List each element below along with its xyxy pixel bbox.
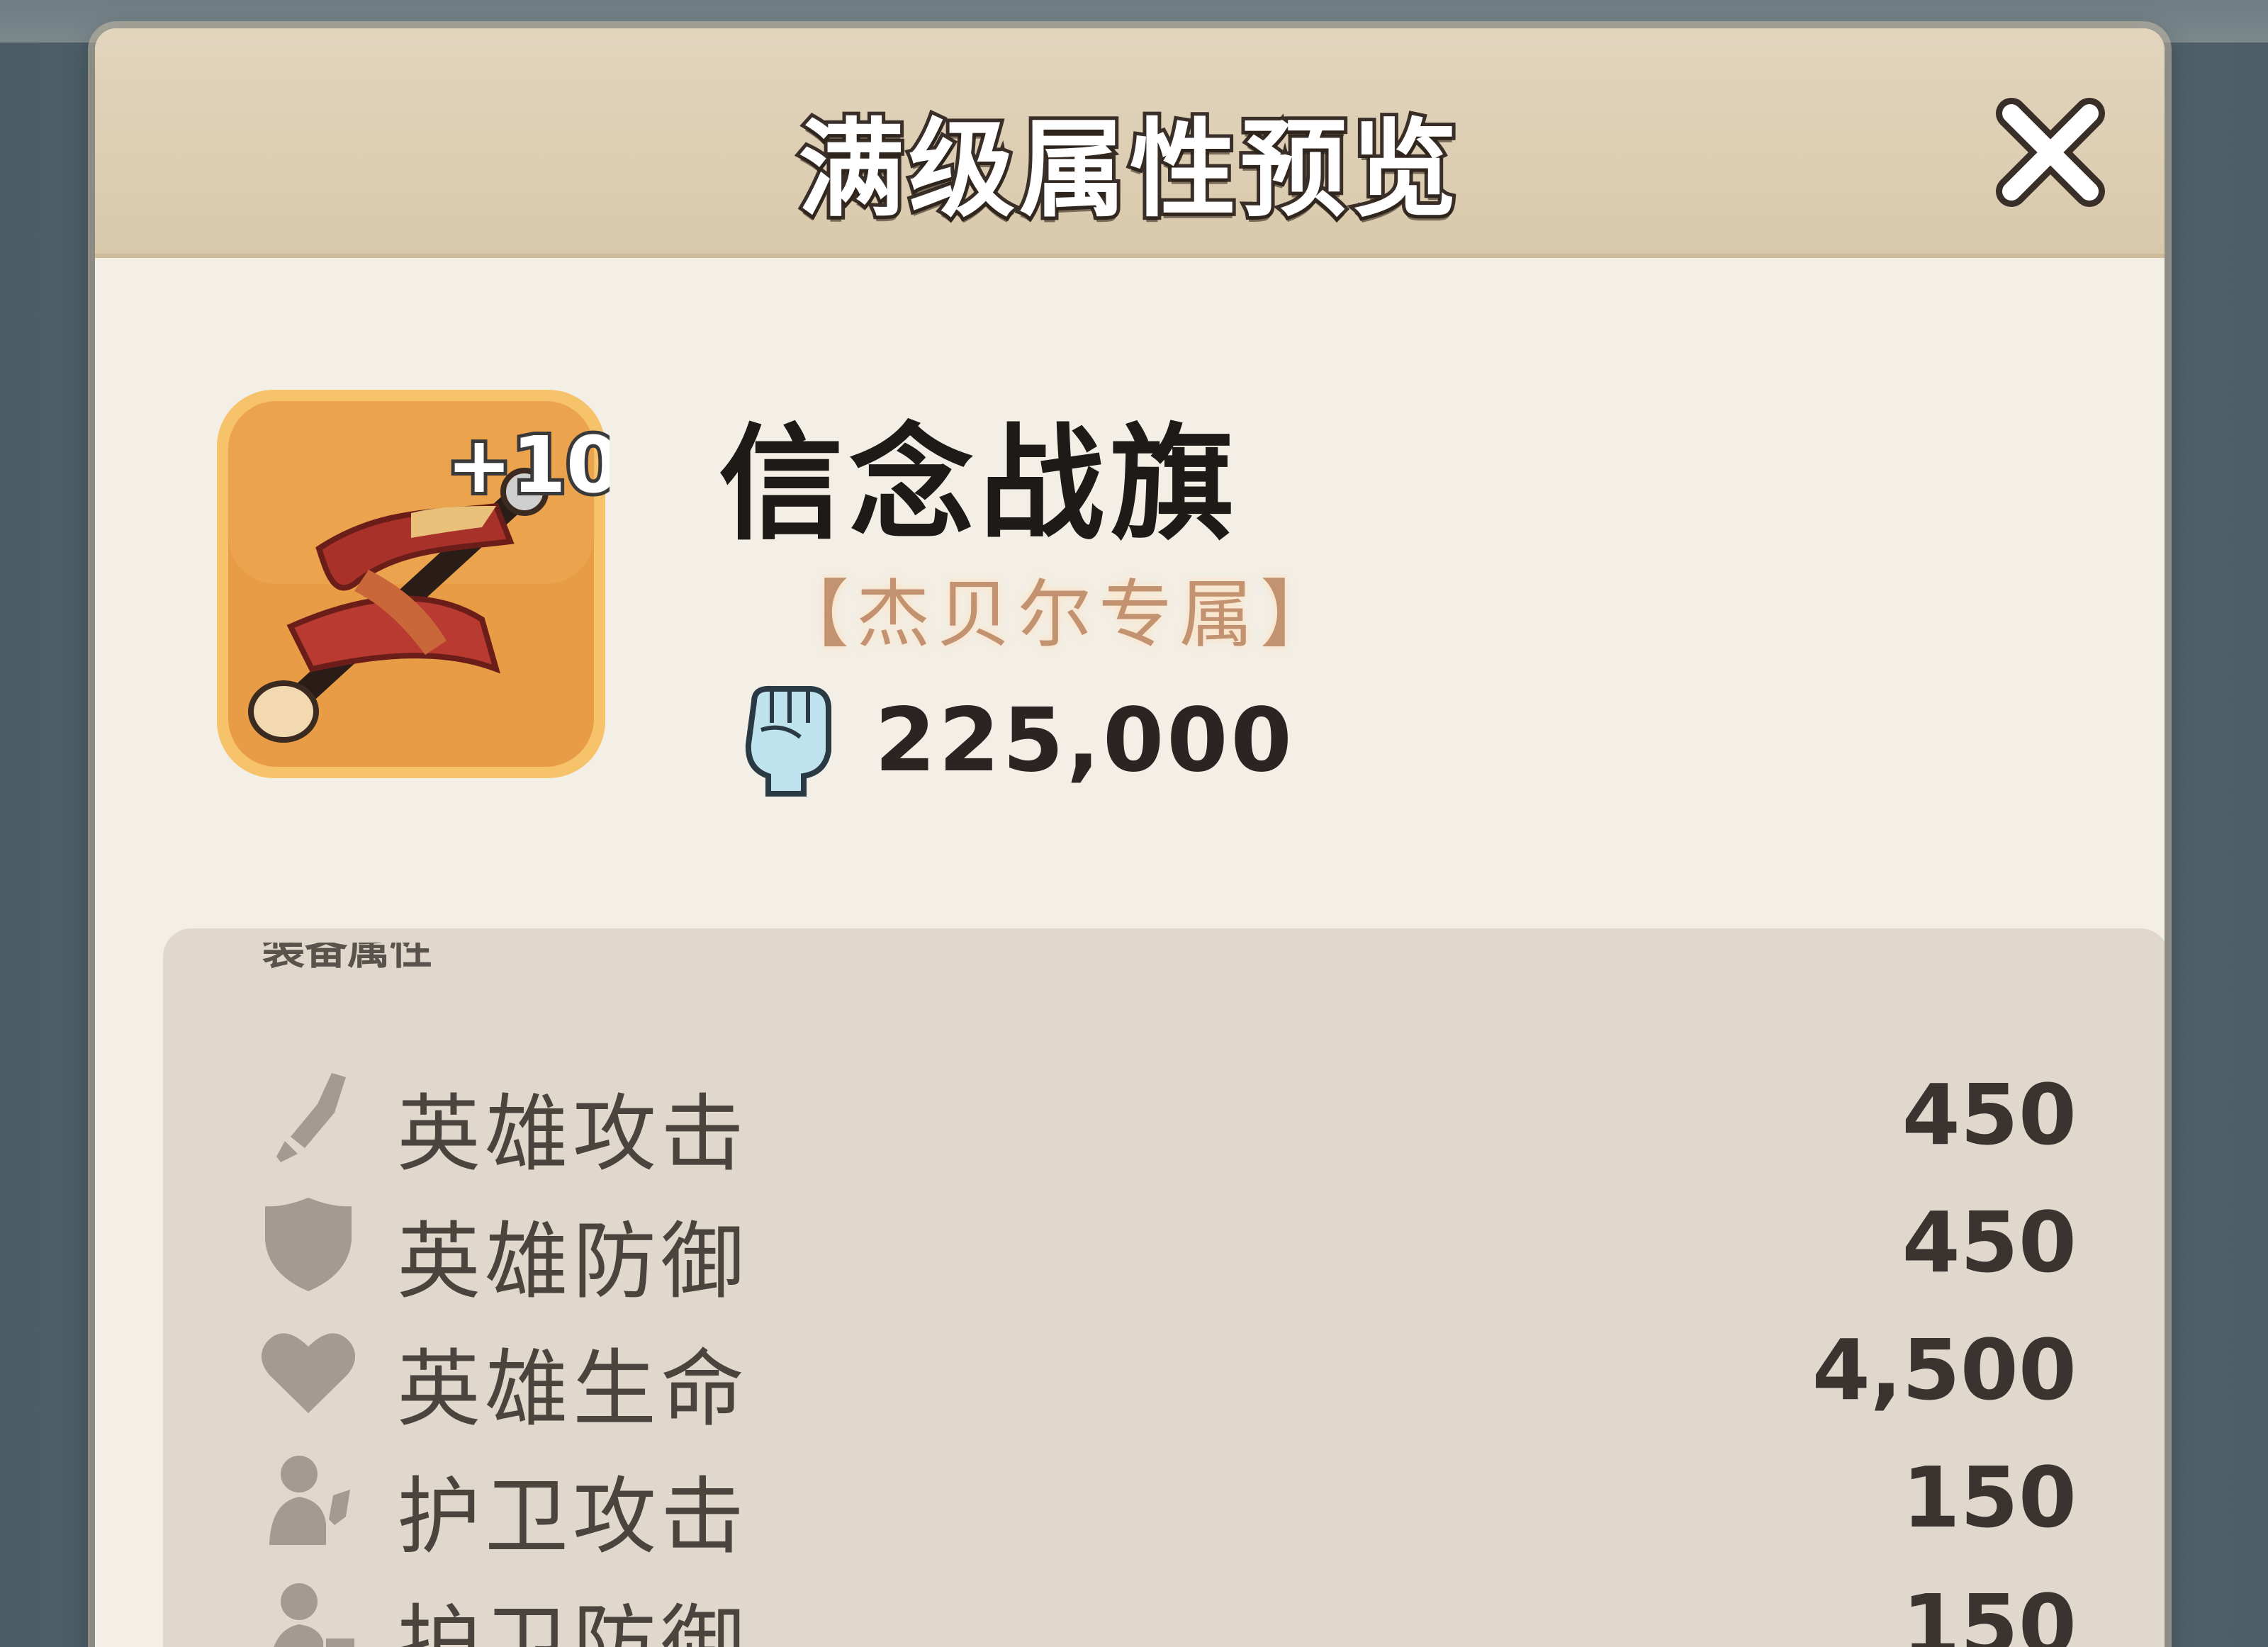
stat-row-escort-attack: 护卫攻击 150 xyxy=(163,1439,2165,1566)
stat-row-hero-hp: 英雄生命 4,500 xyxy=(163,1311,2165,1438)
sword-icon xyxy=(276,1073,346,1162)
stat-value: 150 xyxy=(1902,1576,2077,1647)
stat-label: 护卫防御 xyxy=(397,1595,749,1647)
dialog-title: 满级属性预览 xyxy=(795,105,1461,235)
heart-icon xyxy=(261,1333,356,1413)
power-row: 225,000 xyxy=(733,680,1295,801)
fist-power-icon xyxy=(745,685,831,797)
escort-defense-icon xyxy=(274,1583,354,1647)
stat-value: 450 xyxy=(1902,1066,2077,1164)
power-value: 225,000 xyxy=(875,690,1295,792)
shield-icon xyxy=(265,1198,352,1291)
item-name: 信念战旗 xyxy=(719,412,1241,557)
stats-heading: 装备属性 xyxy=(262,943,432,974)
stat-label: 护卫攻击 xyxy=(397,1468,749,1566)
stats-panel: 装备属性 英雄攻击 450 英雄防御 450 英雄生命 4,500 护卫攻击 1… xyxy=(163,928,2165,1647)
stat-label: 英雄攻击 xyxy=(397,1085,749,1183)
stat-label: 英雄生命 xyxy=(397,1340,749,1438)
stat-value: 450 xyxy=(1902,1193,2077,1291)
dialog-header: 满级属性预览 xyxy=(95,28,2165,258)
stat-value: 150 xyxy=(1902,1449,2077,1546)
level-badge: +10 xyxy=(447,420,610,510)
item-icon-frame: +10 xyxy=(213,386,624,782)
exclusive-hero-tag: 【杰贝尔专属】 xyxy=(775,571,1342,658)
stat-row-hero-attack: 英雄攻击 450 xyxy=(163,1056,2165,1183)
stat-row-escort-defense: 护卫防御 150 xyxy=(163,1566,2165,1647)
stat-value: 4,500 xyxy=(1812,1321,2077,1419)
war-banner-icon: +10 xyxy=(217,390,624,778)
stat-row-hero-defense: 英雄防御 450 xyxy=(163,1184,2165,1310)
escort-attack-icon xyxy=(269,1456,350,1545)
full-level-preview-dialog: 满级属性预览 +10 信念战旗 【杰贝尔专属】 225,000 装备属性 英雄攻… xyxy=(95,28,2165,1647)
stat-label: 英雄防御 xyxy=(397,1213,749,1310)
close-x-icon xyxy=(1996,98,2105,207)
close-button[interactable] xyxy=(1990,92,2111,213)
